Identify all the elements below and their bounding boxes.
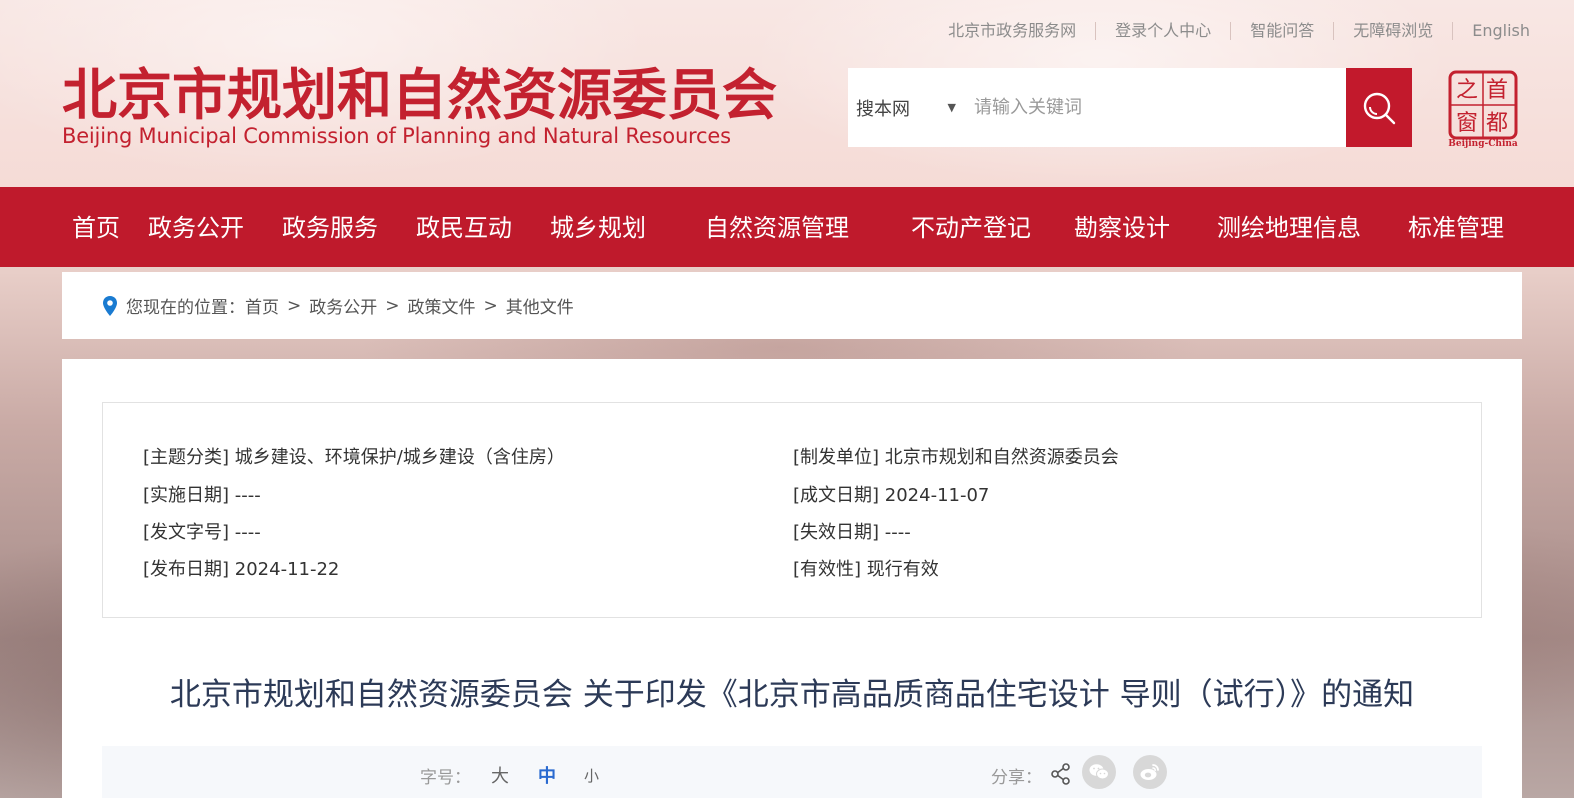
top-link-english[interactable]: English [1452,22,1530,40]
search-scope-label: 搜本网 [856,98,910,120]
top-link-accessibility[interactable]: 无障碍浏览 [1333,22,1452,40]
breadcrumb-separator: > [385,295,400,316]
site-logo-en: Beijing Municipal Commission of Planning… [62,124,731,148]
nav-item-interaction[interactable]: 政民互动 [416,187,512,267]
nav-item-gov-services[interactable]: 政务服务 [282,187,378,267]
meta-theme: [主题分类] 城乡建设、环境保护/城乡建设（含住房） [143,447,565,468]
meta-expiry-date: [失效日期] ---- [793,522,911,543]
main-nav: 首页 政务公开 政务服务 政民互动 城乡规划 自然资源管理 不动产登记 勘察设计… [0,187,1574,267]
nav-item-standards[interactable]: 标准管理 [1408,187,1504,267]
breadcrumb-home[interactable]: 首页 [245,293,279,318]
chevron-down-icon: ▼ [947,101,956,114]
font-size-small-button[interactable]: 小 [584,765,599,786]
article-title: 北京市规划和自然资源委员会 关于印发《北京市高品质商品住宅设计 导则（试行）》的… [169,677,1415,713]
breadcrumb: 您现在的位置： 首页 > 政务公开 > 政策文件 > 其他文件 [62,272,1522,339]
site-logo-cn[interactable]: 北京市规划和自然资源委员会 [62,62,777,128]
search-icon [1363,92,1396,124]
meta-written-date: [成文日期] 2024-11-07 [793,485,990,506]
document-meta-box: [主题分类] 城乡建设、环境保护/城乡建设（含住房） [制发单位] 北京市规划和… [102,402,1482,618]
font-size-medium-button[interactable]: 中 [538,762,556,788]
nav-item-gov-affairs[interactable]: 政务公开 [148,187,244,267]
font-size-large-button[interactable]: 大 [491,762,509,788]
breadcrumb-prefix: 您现在的位置： [126,298,245,318]
search-button[interactable] [1346,68,1412,147]
breadcrumb-policy-docs[interactable]: 政策文件 [408,293,476,318]
share-label: 分享： [991,768,1042,788]
capital-caption: Beijing-China [1448,139,1518,148]
breadcrumb-gov-affairs[interactable]: 政务公开 [309,293,377,318]
capital-char-4: 窗 [1456,111,1478,136]
top-link-gov-service[interactable]: 北京市政务服务网 [929,22,1095,40]
breadcrumb-separator: > [287,295,302,316]
location-pin-icon [102,295,118,317]
article-toolbar: 字号： 大 中 小 分享： [102,746,1482,798]
nav-item-real-estate[interactable]: 不动产登记 [911,187,1031,267]
meta-issuer: [制发单位] 北京市规划和自然资源委员会 [793,447,1119,468]
search-bar: 搜本网 ▼ [848,68,1412,147]
capital-char-2: 都 [1486,111,1508,136]
nav-item-mapping[interactable]: 测绘地理信息 [1217,187,1361,267]
breadcrumb-separator: > [483,295,498,316]
meta-doc-number: [发文字号] ---- [143,522,261,543]
breadcrumb-other-docs[interactable]: 其他文件 [506,293,574,318]
top-link-smart-qa[interactable]: 智能问答 [1230,22,1333,40]
search-input[interactable] [966,68,1346,147]
top-links: 北京市政务服务网 登录个人中心 智能问答 无障碍浏览 English [929,20,1530,42]
meta-publish-date: [发布日期] 2024-11-22 [143,559,340,580]
meta-validity: [有效性] 现行有效 [793,559,939,580]
search-scope-select[interactable]: 搜本网 ▼ [848,68,966,147]
weibo-icon[interactable] [1133,755,1167,789]
wechat-icon[interactable] [1082,755,1116,789]
meta-effective-date: [实施日期] ---- [143,485,261,506]
nav-item-survey-design[interactable]: 勘察设计 [1074,187,1170,267]
font-size-label: 字号： [420,768,471,788]
main-content: [主题分类] 城乡建设、环境保护/城乡建设（含住房） [制发单位] 北京市规划和… [62,359,1522,798]
share-icon[interactable] [1050,763,1072,789]
capital-char-3: 之 [1456,78,1478,103]
nav-item-urban-planning[interactable]: 城乡规划 [550,187,646,267]
capital-char-1: 首 [1486,78,1508,103]
capital-window-logo[interactable]: 首 都 之 窗 Beijing-China [1446,70,1520,149]
nav-item-home[interactable]: 首页 [72,187,120,267]
nav-item-natural-resources[interactable]: 自然资源管理 [705,187,849,267]
top-link-login[interactable]: 登录个人中心 [1095,22,1230,40]
